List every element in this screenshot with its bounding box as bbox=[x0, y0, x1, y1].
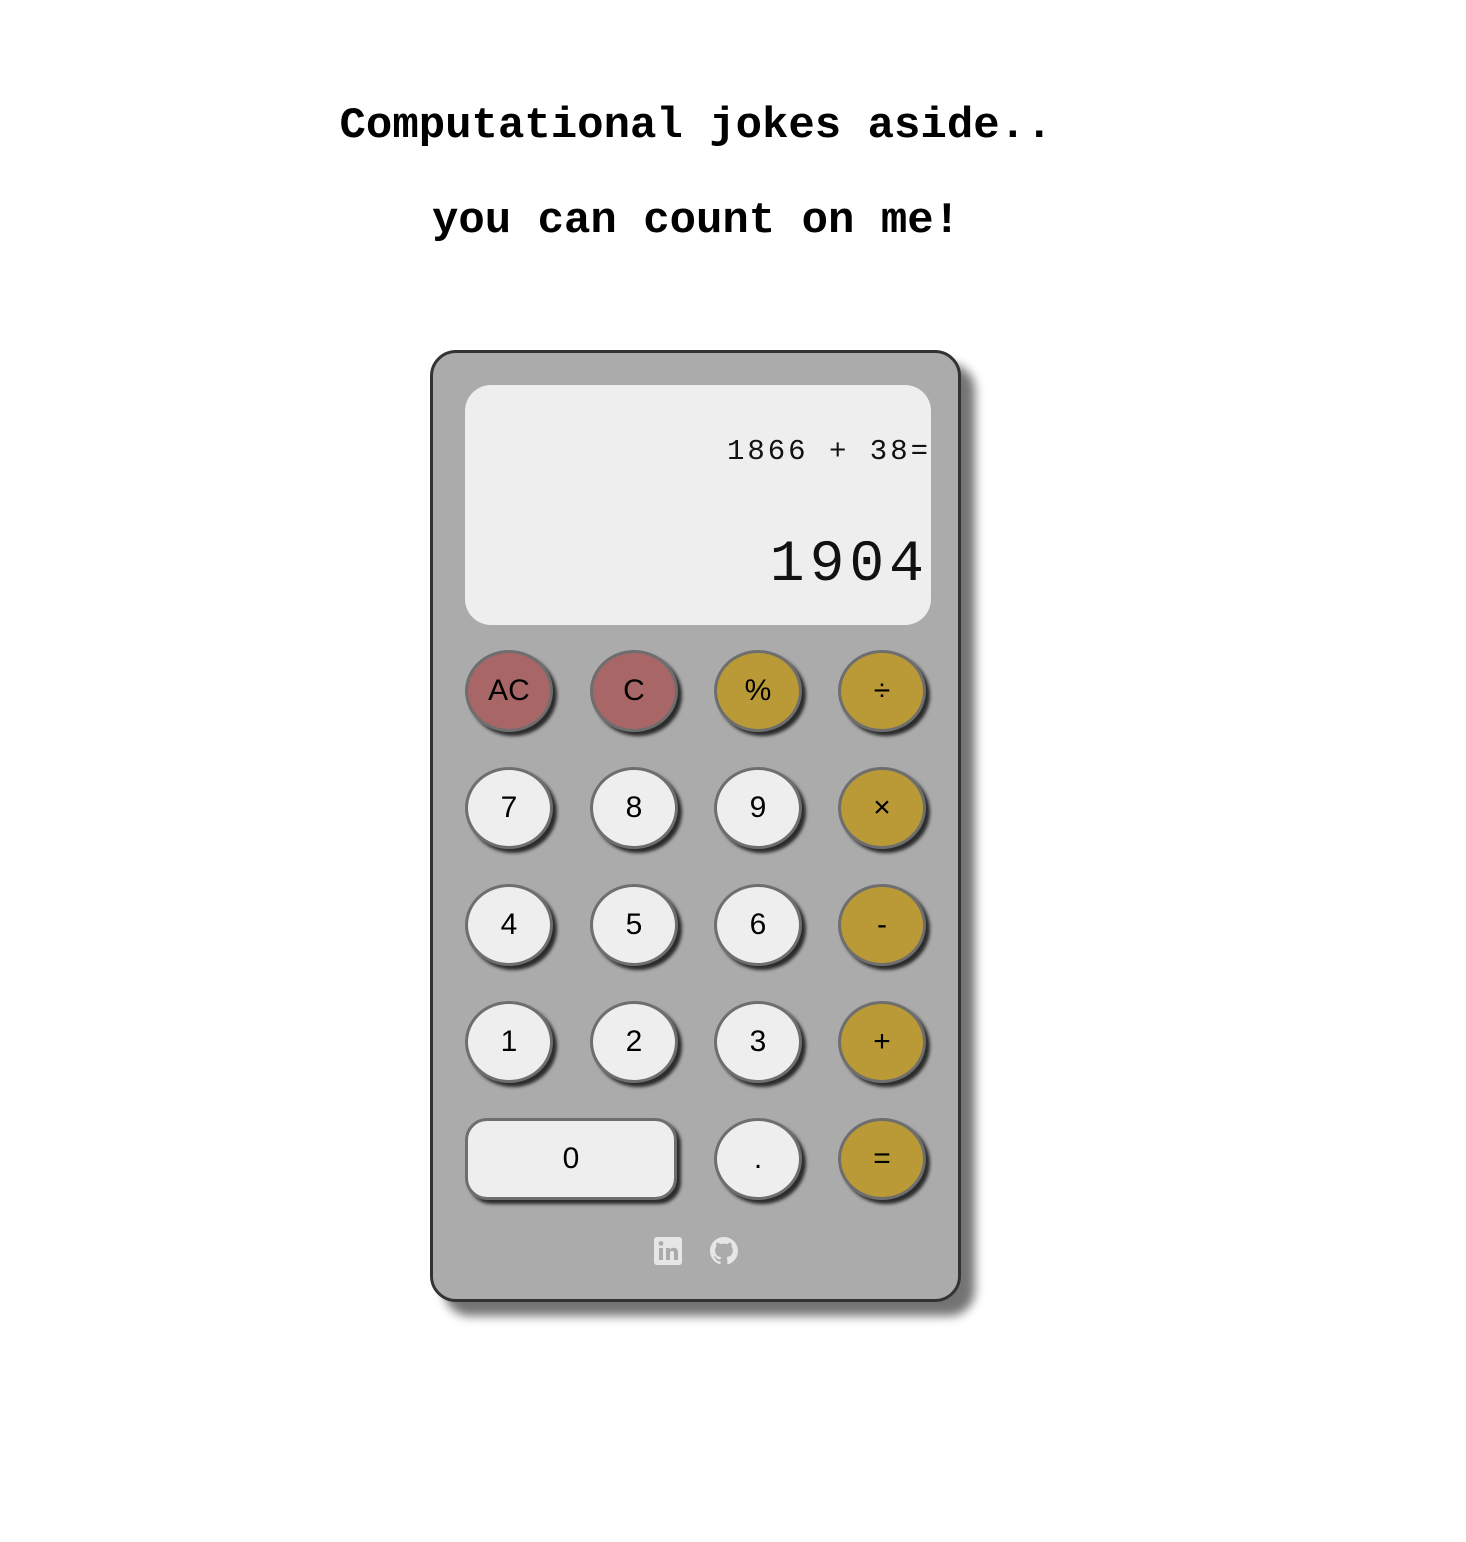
equals-button[interactable]: = bbox=[838, 1118, 926, 1200]
two-button[interactable]: 2 bbox=[590, 1001, 678, 1083]
nine-button[interactable]: 9 bbox=[714, 767, 802, 849]
eight-button[interactable]: 8 bbox=[590, 767, 678, 849]
four-button[interactable]: 4 bbox=[465, 884, 553, 966]
decimal-button[interactable]: . bbox=[714, 1118, 802, 1200]
calculator-display: 1866 + 38= 1904 bbox=[465, 385, 931, 625]
zero-button[interactable]: 0 bbox=[465, 1118, 677, 1200]
all-clear-button[interactable]: AC bbox=[465, 650, 553, 732]
clear-button[interactable]: C bbox=[590, 650, 678, 732]
five-button[interactable]: 5 bbox=[590, 884, 678, 966]
expression-display: 1866 + 38= bbox=[726, 435, 931, 468]
add-button[interactable]: + bbox=[838, 1001, 926, 1083]
calculator: 1866 + 38= 1904 AC C % ÷ 7 8 9 × 4 5 6 -… bbox=[430, 350, 961, 1302]
social-links bbox=[433, 1236, 958, 1266]
heading-line-2: you can count on me! bbox=[431, 196, 961, 246]
multiply-button[interactable]: × bbox=[838, 767, 926, 849]
result-display: 1904 bbox=[769, 533, 929, 598]
divide-button[interactable]: ÷ bbox=[838, 650, 926, 732]
subtract-button[interactable]: - bbox=[838, 884, 926, 966]
heading-line-1: Computational jokes aside.. bbox=[339, 101, 1053, 151]
six-button[interactable]: 6 bbox=[714, 884, 802, 966]
three-button[interactable]: 3 bbox=[714, 1001, 802, 1083]
linkedin-icon[interactable] bbox=[653, 1236, 683, 1266]
percent-button[interactable]: % bbox=[714, 650, 802, 732]
one-button[interactable]: 1 bbox=[465, 1001, 553, 1083]
seven-button[interactable]: 7 bbox=[465, 767, 553, 849]
github-icon[interactable] bbox=[709, 1236, 739, 1266]
